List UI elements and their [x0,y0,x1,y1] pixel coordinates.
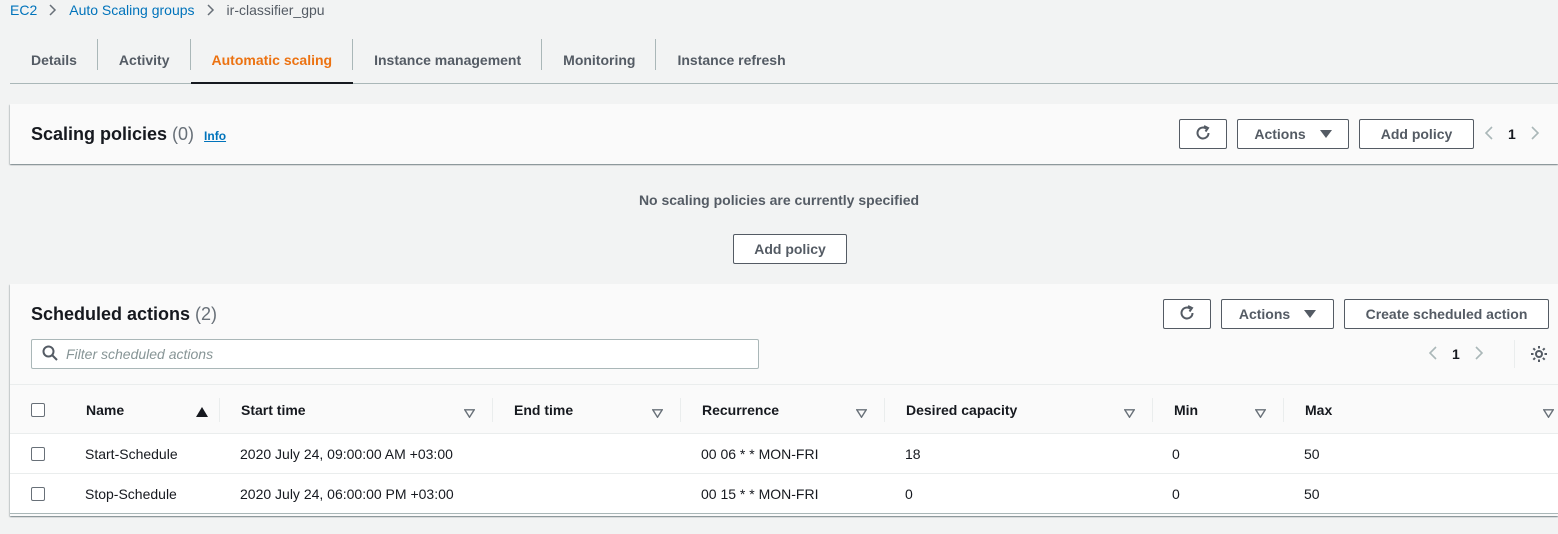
tab-details[interactable]: Details [10,36,98,83]
tab-label: Monitoring [563,51,636,68]
sort-icon [855,405,868,421]
refresh-icon [1194,124,1212,145]
chevron-left-icon[interactable] [1428,345,1438,363]
gear-icon[interactable] [1530,345,1548,366]
caret-down-icon [1319,130,1332,138]
breadcrumb-auto-scaling-groups-link[interactable]: Auto Scaling groups [69,2,194,18]
column-header-name[interactable]: Name [67,385,220,435]
empty-state-text: No scaling policies are currently specif… [638,192,920,208]
tab-activity[interactable]: Activity [98,36,191,83]
cell-min: 0 [1172,486,1180,502]
cell-max: 50 [1304,446,1320,462]
actions-dropdown-button[interactable]: Actions [1237,119,1349,149]
scaling-policies-count: (0) [172,124,195,144]
create-scheduled-action-button[interactable]: Create scheduled action [1344,299,1549,329]
column-header-recurrence[interactable]: Recurrence [681,385,885,435]
tab-label: Details [31,51,77,68]
scaling-policies-title: Scaling policies [31,124,168,144]
table-row[interactable]: Stop-Schedule 2020 July 24, 06:00:00 PM … [10,474,1558,514]
sort-icon [463,405,476,421]
column-header-desired-capacity[interactable]: Desired capacity [885,385,1153,435]
tab-label: Activity [118,51,170,68]
scheduled-actions-count: (2) [195,304,218,324]
breadcrumb-ec2-link[interactable]: EC2 [10,2,37,18]
chevron-right-icon [49,4,57,16]
breadcrumb-current: ir-classifier_gpu [226,2,325,18]
scaling-policies-panel: Scaling policies (0) Info Actions Add po… [10,104,1558,164]
column-label: Start time [241,402,306,418]
tab-bar: Details Activity Automatic scaling Insta… [10,36,1558,84]
sort-icon [1123,405,1136,421]
search-icon [42,345,58,364]
info-link[interactable]: Info [204,129,226,143]
column-label: Recurrence [702,402,780,418]
sort-ascending-icon [196,404,208,420]
column-label: Desired capacity [906,402,1018,418]
sort-icon [651,405,664,421]
refresh-button[interactable] [1179,119,1227,149]
select-all-checkbox-cell [31,385,67,435]
caret-down-icon [1304,310,1317,318]
row-checkbox[interactable] [31,487,45,501]
cell-min: 0 [1172,446,1180,462]
tab-label: Instance management [374,51,522,68]
row-checkbox-cell [31,434,45,474]
cell-start-time: 2020 July 24, 06:00:00 PM +03:00 [240,486,454,502]
column-header-min[interactable]: Min [1153,385,1284,435]
sort-icon [1254,405,1267,421]
tab-instance-management[interactable]: Instance management [353,36,543,83]
refresh-button[interactable] [1163,299,1211,329]
column-header-start-time[interactable]: Start time [220,385,493,435]
row-checkbox-cell [31,474,45,514]
pager-divider [1514,340,1515,368]
chevron-left-icon[interactable] [1484,125,1494,143]
actions-dropdown-button[interactable]: Actions [1221,299,1334,329]
cell-recurrence: 00 15 * * MON-FRI [701,486,819,502]
filter-scheduled-actions-input[interactable] [66,346,746,362]
cell-name: Start-Schedule [85,446,178,462]
select-all-checkbox[interactable] [31,403,45,417]
column-header-max[interactable]: Max [1284,385,1558,435]
row-checkbox[interactable] [31,447,45,461]
pagination: 1 [1484,119,1540,149]
page-number[interactable]: 1 [1508,126,1516,142]
cell-name: Stop-Schedule [85,486,177,502]
add-policy-label: Add policy [754,241,826,257]
scheduled-actions-title: Scheduled actions [31,304,191,324]
sort-icon [1542,405,1555,421]
chevron-right-icon[interactable] [1474,345,1484,363]
column-label: Max [1305,402,1333,418]
chevron-right-icon[interactable] [1530,125,1540,143]
filter-scheduled-actions-field[interactable] [31,339,759,369]
column-label: End time [514,402,574,418]
cell-desired-capacity: 0 [905,486,913,502]
cell-desired-capacity: 18 [905,446,921,462]
tab-label: Automatic scaling [211,51,333,68]
cell-max: 50 [1304,486,1320,502]
empty-add-policy-button[interactable]: Add policy [733,234,847,264]
column-label: Name [86,402,125,418]
breadcrumb: EC2 Auto Scaling groups ir-classifier_gp… [10,0,325,20]
add-policy-button[interactable]: Add policy [1359,119,1474,149]
column-label: Min [1174,402,1199,418]
pagination: 1 [1428,339,1484,369]
add-policy-label: Add policy [1380,126,1453,142]
tab-label: Instance refresh [677,51,786,68]
table-header: Name Start time End time Recurrence Desi… [10,384,1558,434]
scheduled-actions-table: Name Start time End time Recurrence Desi… [10,384,1558,514]
refresh-icon [1178,304,1196,325]
actions-label: Actions [1238,306,1291,322]
cell-recurrence: 00 06 * * MON-FRI [701,446,819,462]
chevron-right-icon [207,4,215,16]
actions-label: Actions [1254,126,1306,142]
tab-monitoring[interactable]: Monitoring [542,36,657,83]
table-row[interactable]: Start-Schedule 2020 July 24, 09:00:00 AM… [10,434,1558,474]
cell-start-time: 2020 July 24, 09:00:00 AM +03:00 [240,446,453,462]
tab-automatic-scaling[interactable]: Automatic scaling [190,36,354,84]
create-scheduled-action-label: Create scheduled action [1365,306,1528,322]
tab-instance-refresh[interactable]: Instance refresh [656,36,806,83]
page-number[interactable]: 1 [1452,346,1460,362]
column-header-end-time[interactable]: End time [493,385,681,435]
